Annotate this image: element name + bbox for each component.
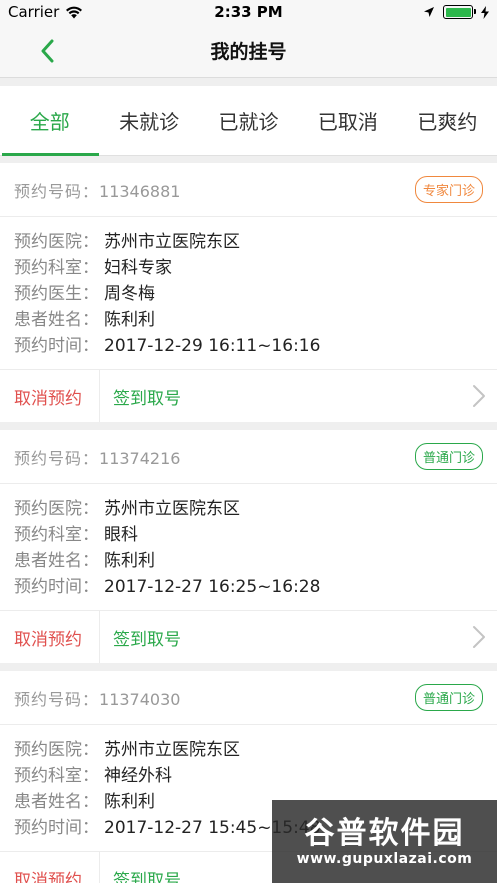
clinic-type-badge: 普通门诊 bbox=[414, 684, 483, 711]
appointment-actions: 取消预约 签到取号 bbox=[0, 370, 497, 422]
appointment-actions: 取消预约 签到取号 bbox=[0, 611, 497, 663]
status-left: Carrier bbox=[8, 3, 83, 21]
clinic-type-badge: 专家门诊 bbox=[414, 176, 483, 203]
detail-value: 神经外科 bbox=[104, 766, 172, 786]
detail-label: 预约时间： bbox=[14, 818, 99, 838]
detail-label: 预约医生： bbox=[14, 284, 99, 304]
detail-value: 周冬梅 bbox=[104, 284, 155, 304]
detail-value: 陈利利 bbox=[104, 792, 155, 812]
detail-label: 预约医院： bbox=[14, 740, 99, 760]
detail-label: 预约时间： bbox=[14, 336, 99, 356]
detail-value: 陈利利 bbox=[104, 551, 155, 571]
detail-label: 患者姓名： bbox=[14, 792, 99, 812]
detail-label: 预约时间： bbox=[14, 577, 99, 597]
detail-row-doctor: 预约医生： 周冬梅 bbox=[14, 281, 483, 307]
appointment-list: 预约号码：11346881 专家门诊 预约医院： 苏州市立医院东区 预约科室： 妇科… bbox=[0, 163, 497, 883]
tab-visited[interactable]: 已就诊 bbox=[199, 86, 298, 155]
wifi-icon bbox=[66, 6, 83, 18]
cancel-appointment-button[interactable]: 取消预约 bbox=[0, 852, 100, 883]
detail-label: 预约医院： bbox=[14, 232, 99, 252]
detail-row-hospital: 预约医院： 苏州市立医院东区 bbox=[14, 229, 483, 255]
detail-label: 预约科室： bbox=[14, 258, 99, 278]
watermark-title: 谷普软件园 bbox=[304, 815, 465, 851]
appointment-number-value: 11374030 bbox=[99, 689, 181, 709]
detail-row-department: 预约科室： 神经外科 bbox=[14, 763, 483, 789]
detail-label: 预约科室： bbox=[14, 525, 99, 545]
battery-icon bbox=[443, 5, 476, 19]
appointment-number: 预约号码：11374030 bbox=[14, 686, 180, 710]
cancel-appointment-button[interactable]: 取消预约 bbox=[0, 370, 100, 422]
detail-value: 妇科专家 bbox=[104, 258, 172, 278]
check-in-button[interactable]: 签到取号 bbox=[100, 370, 497, 422]
appointment-number: 预约号码：11374216 bbox=[14, 445, 180, 469]
page-title: 我的挂号 bbox=[210, 41, 287, 63]
appointment-details: 预约医院： 苏州市立医院东区 预约科室： 妇科专家 预约医生： 周冬梅 患者姓名： 陈利… bbox=[0, 217, 497, 370]
detail-value: 苏州市立医院东区 bbox=[104, 232, 240, 252]
cancel-appointment-button[interactable]: 取消预约 bbox=[0, 611, 100, 663]
detail-value: 苏州市立医院东区 bbox=[104, 740, 240, 760]
chevron-left-icon bbox=[41, 39, 54, 63]
detail-row-patient: 患者姓名： 陈利利 bbox=[14, 548, 483, 574]
watermark-url: www.gupuxlazai.com bbox=[296, 850, 473, 867]
appointment-number-label: 预约号码： bbox=[14, 448, 100, 468]
detail-value: 陈利利 bbox=[104, 310, 155, 330]
watermark-logo: 谷普软件园 www.gupuxlazai.com bbox=[272, 800, 497, 883]
detail-row-patient: 患者姓名： 陈利利 bbox=[14, 307, 483, 333]
clinic-type-badge: 普通门诊 bbox=[414, 443, 483, 470]
appointment-header: 预约号码：11374216 普通门诊 bbox=[0, 430, 497, 484]
detail-value: 2017-12-29 16:11~16:16 bbox=[104, 336, 321, 356]
tab-cancelled[interactable]: 已取消 bbox=[298, 86, 397, 155]
detail-row-department: 预约科室： 妇科专家 bbox=[14, 255, 483, 281]
appointment-number-value: 11346881 bbox=[99, 181, 181, 201]
detail-row-department: 预约科室： 眼科 bbox=[14, 522, 483, 548]
appointment-number: 预约号码：11346881 bbox=[14, 178, 180, 202]
detail-row-time: 预约时间： 2017-12-27 16:25~16:28 bbox=[14, 574, 483, 600]
status-right bbox=[423, 5, 489, 19]
detail-value: 眼科 bbox=[104, 525, 138, 545]
appointment-card: 预约号码：11346881 专家门诊 预约医院： 苏州市立医院东区 预约科室： 妇科… bbox=[0, 163, 497, 422]
appointment-number-label: 预约号码： bbox=[14, 689, 100, 709]
appointment-number-value: 11374216 bbox=[99, 448, 181, 468]
tab-missed[interactable]: 已爽约 bbox=[398, 86, 497, 155]
detail-value: 2017-12-27 16:25~16:28 bbox=[104, 577, 321, 597]
filter-tabs: 全部 未就诊 已就诊 已取消 已爽约 bbox=[0, 86, 497, 156]
tab-all[interactable]: 全部 bbox=[0, 86, 100, 156]
carrier-label: Carrier bbox=[8, 3, 60, 21]
detail-row-hospital: 预约医院： 苏州市立医院东区 bbox=[14, 496, 483, 522]
detail-label: 患者姓名： bbox=[14, 310, 99, 330]
back-button[interactable] bbox=[30, 36, 64, 66]
detail-label: 预约医院： bbox=[14, 499, 99, 519]
tab-not-visited[interactable]: 未就诊 bbox=[99, 86, 198, 155]
charging-bolt-icon bbox=[481, 5, 489, 19]
navigation-bar: 我的挂号 bbox=[0, 24, 497, 78]
check-in-button[interactable]: 签到取号 bbox=[100, 611, 497, 663]
detail-label: 患者姓名： bbox=[14, 551, 99, 571]
chevron-right-icon[interactable] bbox=[471, 384, 487, 408]
chevron-right-icon[interactable] bbox=[471, 625, 487, 649]
detail-row-hospital: 预约医院： 苏州市立医院东区 bbox=[14, 737, 483, 763]
appointment-header: 预约号码：11346881 专家门诊 bbox=[0, 163, 497, 217]
detail-row-time: 预约时间： 2017-12-29 16:11~16:16 bbox=[14, 333, 483, 359]
appointment-details: 预约医院： 苏州市立医院东区 预约科室： 眼科 患者姓名： 陈利利 预约时间： 2017… bbox=[0, 484, 497, 611]
detail-label: 预约科室： bbox=[14, 766, 99, 786]
status-bar: Carrier 2:33 PM bbox=[0, 0, 497, 24]
appointment-header: 预约号码：11374030 普通门诊 bbox=[0, 671, 497, 725]
appointment-card: 预约号码：11374216 普通门诊 预约医院： 苏州市立医院东区 预约科室： 眼科… bbox=[0, 430, 497, 663]
appointment-number-label: 预约号码： bbox=[14, 181, 100, 201]
detail-value: 苏州市立医院东区 bbox=[104, 499, 240, 519]
location-arrow-icon bbox=[424, 7, 434, 17]
